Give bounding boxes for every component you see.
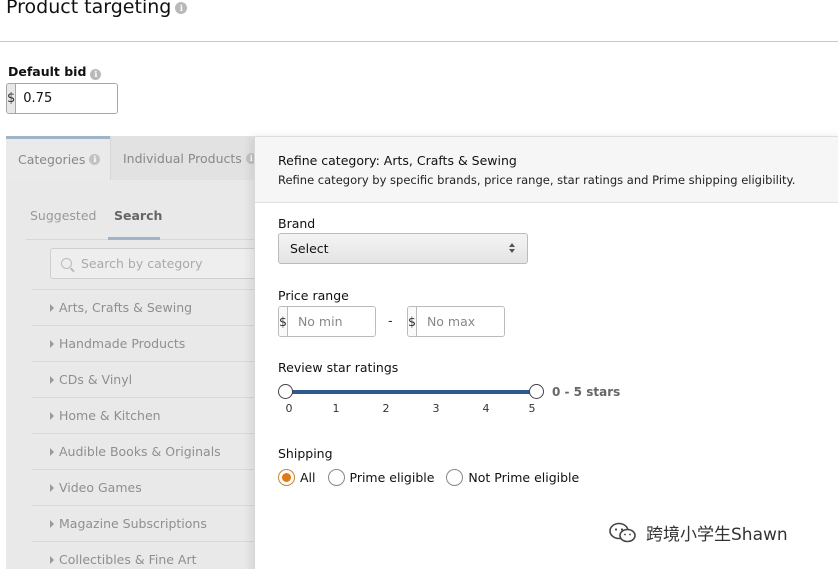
category-search-box[interactable] xyxy=(50,248,266,279)
slider-tick-label: 3 xyxy=(432,402,440,415)
caret-right-icon xyxy=(50,303,54,312)
category-label: CDs & Vinyl xyxy=(59,372,133,387)
caret-right-icon xyxy=(50,447,54,456)
list-item[interactable]: Magazine Subscriptions xyxy=(32,505,266,541)
refine-title: Refine category: Arts, Crafts & Sewing xyxy=(278,153,517,168)
category-subtabs: Suggested Search xyxy=(26,196,266,240)
shipping-option-not-prime[interactable]: Not Prime eligible xyxy=(446,468,580,486)
radio-label: Not Prime eligible xyxy=(468,469,580,485)
slider-tick-label: 2 xyxy=(382,402,390,415)
caret-right-icon xyxy=(50,339,54,348)
watermark: 跨境小学生Shawn xyxy=(608,520,788,545)
list-item[interactable]: Arts, Crafts & Sewing xyxy=(32,289,266,325)
price-min-field: $ xyxy=(278,306,376,337)
targeting-left-panel: Categories i Individual Products i Suggest… xyxy=(6,136,266,569)
radio-label: Prime eligible xyxy=(349,469,435,485)
shipping-option-prime[interactable]: Prime eligible xyxy=(327,468,435,486)
category-list: Arts, Crafts & Sewing Handmade Products … xyxy=(32,289,266,569)
category-label: Home & Kitchen xyxy=(59,408,161,423)
category-label: Collectibles & Fine Art xyxy=(59,552,197,567)
list-item[interactable]: Video Games xyxy=(32,469,266,505)
radio-checked-icon[interactable] xyxy=(278,468,295,486)
price-min-input[interactable] xyxy=(287,307,375,336)
active-subtab-indicator xyxy=(108,237,160,240)
caret-right-icon xyxy=(50,483,54,492)
tab-individual-products[interactable]: Individual Products i xyxy=(110,136,266,180)
price-max-field: $ xyxy=(407,306,505,337)
list-item[interactable]: Audible Books & Originals xyxy=(32,433,266,469)
refine-header: Refine category: Arts, Crafts & Sewing R… xyxy=(255,137,838,203)
tab-label: Individual Products xyxy=(123,150,242,166)
page-title-text: Product targeting xyxy=(6,0,172,18)
brand-select-value: Select xyxy=(290,241,329,256)
radio-unchecked-icon[interactable] xyxy=(446,468,464,486)
list-item[interactable]: Home & Kitchen xyxy=(32,397,266,433)
subtab-suggested[interactable]: Suggested xyxy=(30,208,96,223)
price-max-input[interactable] xyxy=(416,307,504,336)
page-title: Product targeting i xyxy=(6,0,188,18)
list-item[interactable]: Collectibles & Fine Art xyxy=(32,541,266,569)
refine-subtitle: Refine category by specific brands, pric… xyxy=(278,173,796,187)
caret-right-icon xyxy=(50,411,54,420)
header-divider xyxy=(0,41,838,42)
price-separator: - xyxy=(388,314,393,329)
list-item[interactable]: CDs & Vinyl xyxy=(32,361,266,397)
targeting-tab-bar: Categories i Individual Products i xyxy=(6,136,266,180)
category-label: Handmade Products xyxy=(59,336,186,351)
brand-select[interactable]: Select xyxy=(278,233,528,264)
default-bid-label-text: Default bid xyxy=(8,64,87,79)
select-arrows-icon xyxy=(509,243,517,255)
category-search-input[interactable] xyxy=(81,256,241,271)
tab-categories[interactable]: Categories i xyxy=(6,136,110,180)
subtab-search[interactable]: Search xyxy=(114,208,162,223)
review-rating-label: Review star ratings xyxy=(278,360,399,375)
info-icon[interactable]: i xyxy=(175,2,188,14)
shipping-label: Shipping xyxy=(278,446,333,461)
radio-label: All xyxy=(300,469,316,485)
price-range-label: Price range xyxy=(278,288,349,303)
search-icon xyxy=(61,258,72,269)
category-label: Magazine Subscriptions xyxy=(59,516,207,531)
brand-label: Brand xyxy=(278,216,316,231)
currency-prefix: $ xyxy=(408,307,417,336)
shipping-option-all[interactable]: All xyxy=(278,468,316,486)
wechat-icon xyxy=(609,522,636,542)
rating-slider-min-handle[interactable] xyxy=(278,384,293,399)
tab-label: Categories xyxy=(18,152,86,167)
category-label: Audible Books & Originals xyxy=(59,444,221,459)
caret-right-icon xyxy=(50,519,54,528)
rating-slider-max-handle[interactable] xyxy=(529,384,544,399)
caret-right-icon xyxy=(50,555,54,564)
rating-range-value: 0 - 5 stars xyxy=(552,385,621,399)
slider-tick-label: 0 xyxy=(285,402,293,415)
rating-slider-track[interactable] xyxy=(286,390,537,394)
category-label: Video Games xyxy=(59,480,142,495)
slider-tick-label: 4 xyxy=(482,402,490,415)
default-bid-input[interactable] xyxy=(16,84,117,113)
currency-prefix: $ xyxy=(7,84,17,113)
slider-tick-label: 1 xyxy=(332,402,340,415)
info-icon[interactable]: i xyxy=(90,69,102,80)
shipping-options: All Prime eligible Not Prime eligible xyxy=(278,467,591,487)
watermark-text: 跨境小学生Shawn xyxy=(646,525,788,545)
refine-category-panel: Refine category: Arts, Crafts & Sewing R… xyxy=(254,136,838,569)
radio-unchecked-icon[interactable] xyxy=(327,468,345,486)
default-bid-label: Default bid i xyxy=(8,64,102,80)
slider-tick-label: 5 xyxy=(528,402,536,415)
currency-prefix: $ xyxy=(279,307,288,336)
default-bid-field: $ xyxy=(6,83,118,114)
category-label: Arts, Crafts & Sewing xyxy=(59,300,193,315)
list-item[interactable]: Handmade Products xyxy=(32,325,266,361)
caret-right-icon xyxy=(50,375,54,384)
info-icon[interactable]: i xyxy=(89,154,101,165)
